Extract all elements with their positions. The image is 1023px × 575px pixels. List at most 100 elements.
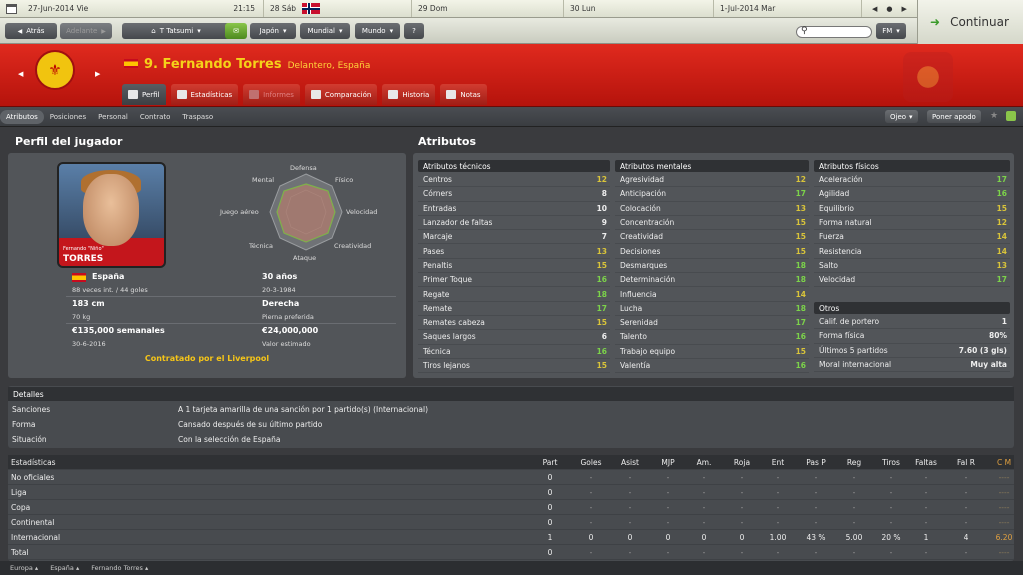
attribute-row[interactable]: Forma natural 12 [814,216,1010,231]
subtab-contrato[interactable]: Contrato [134,110,177,124]
stats-column-header[interactable]: Fal R [948,458,984,467]
attribute-row[interactable]: Influencia 14 [615,287,809,302]
stats-column-header[interactable]: MJP [650,458,686,467]
attribute-row[interactable]: Decisiones 15 [615,245,809,259]
nation-value[interactable]: España [92,272,124,281]
attribute-row[interactable]: Primer Toque 16 [418,273,610,288]
stats-row[interactable]: Total 0- - - - - - - - - - - ---- [8,545,1014,560]
attribute-row[interactable]: Fuerza 14 [814,230,1010,245]
nation-menu-button[interactable]: Japón ▾ [250,23,296,39]
stats-row[interactable]: Internacional 1 0 0 0 0 0 1.00 43 % 5.00 20 % 1 4 6.2… [8,530,1014,545]
attribute-row[interactable]: Velocidad 17 [814,273,1010,288]
record-icon[interactable]: ● [886,5,892,13]
tab-estadisticas[interactable]: Estadísticas [170,84,239,105]
continue-button[interactable]: ➜ Continuar [917,0,1023,44]
stats-column-header[interactable]: Pas P [798,458,834,467]
contract-status[interactable]: Contratado por el Liverpool [8,354,406,363]
attribute-row[interactable]: Trabajo equipo 15 [615,345,809,359]
breadcrumb-item[interactable]: Fernando Torres ▴ [91,564,148,572]
star-icon[interactable]: ★ [990,111,998,121]
subtab-personal[interactable]: Personal [92,110,134,124]
tab-historia[interactable]: Historia [382,84,436,105]
attribute-row[interactable]: Centros 12 [418,173,610,188]
attribute-row[interactable]: Lanzador de faltas 9 [418,216,610,231]
next-icon[interactable]: ▶ [902,5,907,13]
attribute-row[interactable]: Remate 17 [418,302,610,316]
breadcrumb-item[interactable]: España ▴ [50,564,79,572]
stats-column-header[interactable]: Goles [573,458,609,467]
calendar-day[interactable]: 29 Dom [412,0,564,17]
attribute-row[interactable]: Determinación 18 [615,273,809,288]
calendar-day[interactable]: 1-Jul-2014 Mar [714,0,862,17]
attribute-row[interactable]: Entradas 10 [418,202,610,216]
stats-row[interactable]: Liga 0- - - - - - - - - - - ---- [8,485,1014,500]
stats-row[interactable]: Continental 0- - - - - - - - - - - ---- [8,515,1014,530]
attribute-row[interactable]: Técnica 16 [418,345,610,359]
prev-player-icon[interactable]: ◀ [18,70,23,78]
attribute-row[interactable]: Resistencia 14 [814,245,1010,259]
team-crest-icon[interactable]: ⚜ [35,50,75,90]
attribute-row[interactable]: Saques largos 6 [418,330,610,345]
attribute-row[interactable]: Valentía 16 [615,359,809,374]
stats-column-header[interactable]: Tiros [873,458,909,467]
attribute-row[interactable]: Anticipación 17 [615,187,809,202]
stats-column-header[interactable]: Ent [760,458,796,467]
subtab-atributos[interactable]: Atributos [0,109,44,124]
forward-button[interactable]: Adelante ▶ [60,23,112,39]
fm-menu-button[interactable]: FM ▾ [876,23,906,39]
manager-menu-button[interactable]: ⌂ T Tatsumi ▾ [122,23,230,39]
attribute-row[interactable]: Regate 18 [418,287,610,302]
attribute-row[interactable]: Marcaje 7 [418,230,610,245]
stats-column-header[interactable]: Am. [686,458,722,467]
competition-menu-button[interactable]: Mundial ▾ [300,23,350,39]
calendar-day[interactable]: 28 Sáb [264,0,412,17]
nickname-button[interactable]: Poner apodo [927,110,981,123]
stats-column-header[interactable]: Faltas [908,458,944,467]
next-player-icon[interactable]: ▶ [95,70,100,78]
attribute-row[interactable]: Calif. de portero 1 [814,315,1010,330]
attribute-row[interactable]: Tiros lejanos 15 [418,359,610,374]
attribute-row[interactable]: Aceleración 17 [814,173,1010,188]
calendar-icon[interactable] [0,0,22,17]
calendar-day[interactable]: 30 Lun [564,0,714,17]
attribute-row[interactable]: Penaltis 15 [418,259,610,274]
world-menu-button[interactable]: Mundo ▾ [355,23,400,39]
subtab-posiciones[interactable]: Posiciones [44,110,92,124]
attribute-row[interactable]: Lucha 18 [615,302,809,316]
attribute-row[interactable]: Talento 16 [615,330,809,345]
inbox-icon[interactable]: ✉ [225,23,247,39]
subtab-traspaso[interactable]: Traspaso [176,110,219,124]
tab-perfil[interactable]: Perfil [122,84,166,105]
attribute-row[interactable]: Colocación 13 [615,202,809,216]
help-button[interactable]: ? [404,23,424,39]
stats-column-header[interactable]: Roja [724,458,760,467]
prev-icon[interactable]: ◀ [872,5,877,13]
attribute-row[interactable]: Pases 13 [418,245,610,259]
attribute-row[interactable]: Córners 8 [418,187,610,202]
stats-column-header[interactable]: Asist [612,458,648,467]
scout-button[interactable]: Ojeo ▾ [885,110,918,123]
stats-row[interactable]: No oficiales 0- - - - - - - - - - - ---- [8,470,1014,485]
attribute-row[interactable]: Desmarques 18 [615,259,809,274]
attribute-row[interactable]: Salto 13 [814,259,1010,274]
tab-informes[interactable]: Informes [243,84,300,105]
stats-column-header[interactable]: C M [986,458,1022,467]
search-input[interactable]: ⚲ [796,26,872,38]
back-button[interactable]: ◀ Atrás [5,23,57,39]
attribute-row[interactable]: Creatividad 15 [615,230,809,245]
attribute-row[interactable]: Moral internacional Muy alta [814,358,1010,373]
stats-column-header[interactable]: Part [532,458,568,467]
breadcrumb-item[interactable]: Europa ▴ [10,564,38,572]
attribute-row[interactable]: Equilibrio 15 [814,202,1010,216]
attribute-row[interactable]: Forma física 80% [814,329,1010,344]
stats-column-header[interactable]: Reg [836,458,872,467]
tab-notas[interactable]: Notas [440,84,487,105]
attribute-row[interactable]: Concentración 15 [615,216,809,231]
tab-comparacion[interactable]: Comparación [304,84,378,105]
attribute-row[interactable]: Serenidad 17 [615,316,809,331]
attribute-row[interactable]: Últimos 5 partidos 7.60 (3 gls) [814,344,1010,358]
attribute-row[interactable]: Agilidad 16 [814,187,1010,202]
stats-row[interactable]: Copa 0- - - - - - - - - - - ---- [8,500,1014,515]
attribute-row[interactable]: Remates cabeza 15 [418,316,610,331]
notes-icon[interactable] [1006,111,1016,121]
